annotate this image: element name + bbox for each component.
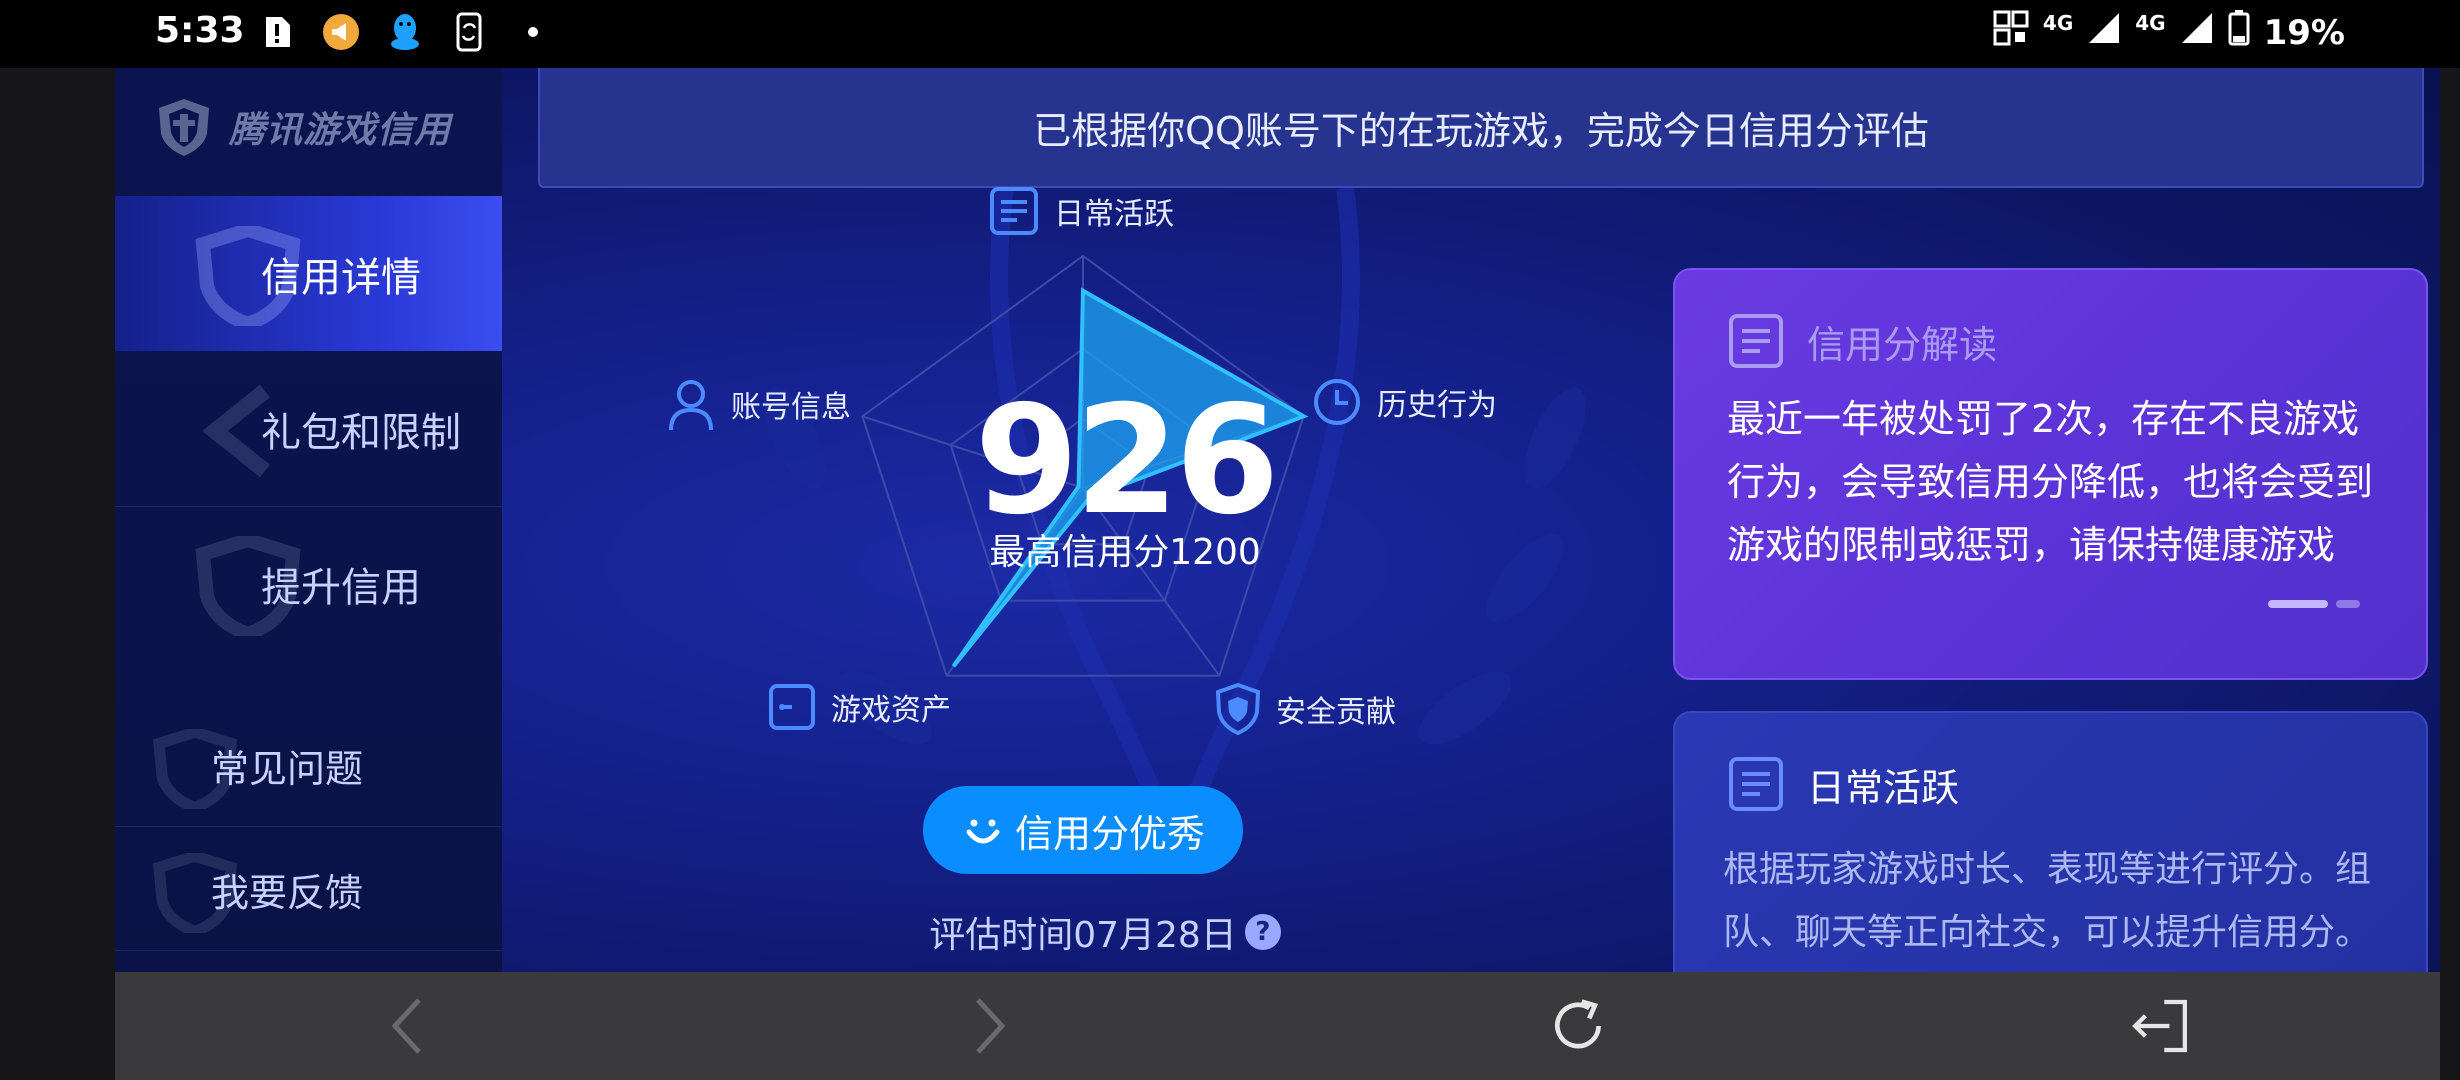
card-title-text: 日常活跃 bbox=[1807, 765, 1960, 810]
network-type-2: 4G bbox=[2135, 10, 2166, 35]
signal-icon bbox=[2087, 11, 2121, 54]
credit-score: 926 bbox=[974, 374, 1279, 548]
dim-history[interactable]: 历史行为 bbox=[1311, 376, 1497, 428]
megaphone-app-icon bbox=[322, 12, 360, 52]
dim-game-assets[interactable]: 游戏资产 bbox=[767, 682, 951, 732]
pager-dots bbox=[2268, 600, 2360, 608]
battery-level: 19% bbox=[2263, 12, 2345, 53]
exit-button[interactable] bbox=[2130, 996, 2190, 1056]
eval-time-label: 评估时间07月28日 bbox=[929, 915, 1237, 956]
back-button[interactable] bbox=[377, 996, 437, 1056]
forward-button[interactable] bbox=[960, 996, 1020, 1056]
app-content: 腾讯游戏信用 信用详情 礼包和限制 提升信用 常见问题 我要反馈 已根据你QQ账… bbox=[115, 68, 2440, 972]
shield-icon bbox=[1215, 682, 1261, 736]
dim-label: 安全贡献 bbox=[1276, 695, 1396, 730]
document-icon bbox=[1729, 314, 1783, 368]
document-icon bbox=[1729, 757, 1783, 811]
chevron-left-icon bbox=[391, 998, 421, 1054]
reload-button[interactable] bbox=[1548, 996, 1608, 1056]
exit-icon bbox=[2132, 999, 2187, 1053]
rating-label: 信用分优秀 bbox=[1014, 811, 1205, 856]
max-score-label: 最高信用分1200 bbox=[989, 532, 1261, 573]
alert-icon bbox=[258, 12, 296, 52]
pager-dot-active bbox=[2268, 600, 2328, 608]
card-body: 根据玩家游戏时长、表现等进行评分。组队、聊天等正向社交，可以提升信用分。恶 bbox=[1723, 849, 2372, 953]
dim-daily-active[interactable]: 日常活跃 bbox=[988, 185, 1174, 237]
dim-label: 日常活跃 bbox=[1054, 197, 1174, 232]
status-right: 4G 4G 19% bbox=[1993, 10, 2345, 55]
daily-active-card: 日常活跃 根据玩家游戏时长、表现等进行评分。组队、聊天等正向社交，可以提升信用分… bbox=[1673, 711, 2428, 972]
network-type-1: 4G bbox=[2042, 10, 2074, 35]
credit-interpretation-card: 信用分解读 最近一年被处罚了2次，存在不良游戏行为，会导致信用分降低，也将会受到… bbox=[1673, 268, 2428, 680]
more-dot-icon bbox=[514, 12, 552, 52]
card-title: 信用分解读 bbox=[1727, 312, 1997, 370]
dim-account-info[interactable]: 账号信息 bbox=[665, 376, 851, 432]
phone-sync-icon bbox=[450, 12, 488, 52]
rating-badge[interactable]: 信用分优秀 bbox=[923, 786, 1243, 874]
pager-dot bbox=[2336, 600, 2360, 608]
help-icon[interactable]: ? bbox=[1244, 914, 1281, 950]
dim-label: 游戏资产 bbox=[831, 693, 951, 728]
vibrate-icon bbox=[1993, 10, 2029, 55]
card-title: 日常活跃 bbox=[1727, 755, 1959, 813]
qq-penguin-icon bbox=[386, 12, 424, 52]
document-icon bbox=[990, 187, 1038, 235]
evaluation-time: 评估时间07月28日 ? bbox=[905, 906, 1305, 958]
chevron-right-icon bbox=[976, 998, 1006, 1054]
card-title-text: 信用分解读 bbox=[1807, 322, 1998, 367]
battery-icon bbox=[2228, 10, 2250, 55]
smile-icon bbox=[966, 819, 1000, 844]
notification-icons bbox=[258, 12, 552, 52]
left-margin bbox=[0, 68, 115, 1080]
dim-security[interactable]: 安全贡献 bbox=[1214, 682, 1396, 736]
card-body: 最近一年被处罚了2次，存在不良游戏行为，会导致信用分降低，也将会受到游戏的限制或… bbox=[1727, 397, 2374, 567]
browser-toolbar bbox=[115, 972, 2440, 1080]
card-icon bbox=[769, 684, 815, 730]
status-time: 5:33 bbox=[155, 10, 245, 51]
reload-icon bbox=[1555, 999, 1601, 1049]
signal-icon-2 bbox=[2180, 11, 2214, 54]
dim-label: 账号信息 bbox=[731, 390, 851, 425]
right-margin bbox=[2440, 68, 2460, 1080]
user-icon bbox=[669, 380, 713, 431]
status-bar: 5:33 4G 4G 19% bbox=[0, 0, 2460, 68]
dim-label: 历史行为 bbox=[1377, 388, 1497, 423]
